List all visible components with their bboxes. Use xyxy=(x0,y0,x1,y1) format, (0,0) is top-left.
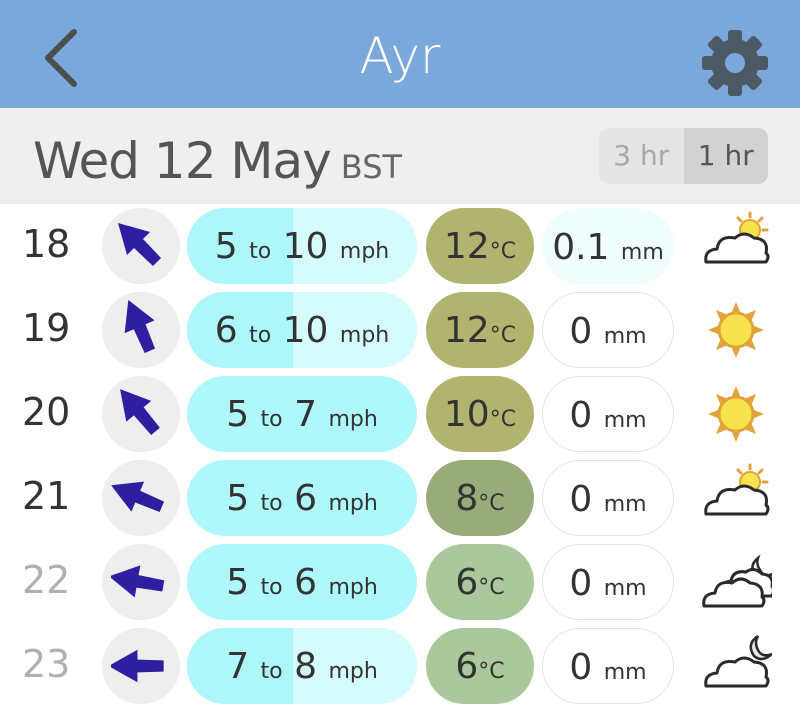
temperature-pill: 6°C xyxy=(426,628,534,704)
partly-cloudy-moon-icon xyxy=(704,634,772,688)
temperature-pill: 12°C xyxy=(426,208,534,284)
temperature-pill: 6°C xyxy=(426,544,534,620)
rainfall-pill: 0 mm xyxy=(542,292,674,368)
rainfall-pill: 0 mm xyxy=(542,544,674,620)
wind-speed-pill: 6 to 10 mph xyxy=(187,292,417,368)
forecast-row: 19 6 to 10 mph 12°C 0 mm xyxy=(0,288,800,372)
temperature-pill: 8°C xyxy=(426,460,534,536)
timezone-label: BST xyxy=(340,148,403,186)
interval-1hr-button[interactable]: 1 hr xyxy=(683,128,768,184)
wind-arrow-icon xyxy=(111,481,165,513)
forecast-row: 22 5 to 6 mph 6°C 0 mm xyxy=(0,540,800,624)
wind-arrow-icon xyxy=(120,389,160,435)
rainfall-pill: 0 mm xyxy=(542,628,674,704)
hour-label: 21 xyxy=(22,474,71,518)
wind-direction xyxy=(102,376,180,452)
gear-icon[interactable] xyxy=(700,28,770,98)
partly-cloudy-sun-icon xyxy=(704,211,770,264)
rainfall-pill: 0 mm xyxy=(542,460,674,536)
interval-toggle: 3 hr 1 hr xyxy=(599,128,768,184)
wind-direction xyxy=(102,460,180,536)
wind-direction xyxy=(102,292,180,368)
hour-label: 19 xyxy=(22,306,71,350)
temperature-pill: 12°C xyxy=(426,292,534,368)
rainfall-pill: 0.1 mm xyxy=(542,208,674,284)
date-bar: Wed 12 May BST 3 hr 1 hr xyxy=(0,108,800,204)
wind-direction xyxy=(102,628,180,704)
wind-direction xyxy=(102,544,180,620)
wind-speed-pill: 5 to 6 mph xyxy=(187,544,417,620)
sun-icon xyxy=(708,386,764,442)
wind-speed-pill: 7 to 8 mph xyxy=(187,628,417,704)
wind-arrow-icon xyxy=(111,649,164,683)
wind-speed-pill: 5 to 6 mph xyxy=(187,460,417,536)
sun-icon xyxy=(708,302,764,358)
hour-label: 22 xyxy=(22,558,71,602)
wind-arrow-icon xyxy=(118,223,161,266)
temperature-pill: 10°C xyxy=(426,376,534,452)
page-title: Ayr xyxy=(359,27,441,85)
forecast-row: 20 5 to 7 mph 10°C 0 mm xyxy=(0,372,800,456)
forecast-row: 18 5 to 10 mph 12°C 0.1 mm xyxy=(0,204,800,288)
partly-cloudy-sun-icon xyxy=(704,463,770,516)
header-bar: Ayr xyxy=(0,0,800,108)
forecast-row: 23 7 to 8 mph 6°C 0 mm xyxy=(0,624,800,708)
hour-label: 23 xyxy=(22,642,71,686)
date-text: Wed 12 May xyxy=(33,132,332,190)
wind-speed-pill: 5 to 10 mph xyxy=(187,208,417,284)
forecast-row: 21 5 to 6 mph 8°C 0 mm xyxy=(0,456,800,540)
cloudy-night-icon xyxy=(702,554,772,608)
wind-speed-pill: 5 to 7 mph xyxy=(187,376,417,452)
interval-3hr-button[interactable]: 3 hr xyxy=(599,128,684,184)
hour-label: 20 xyxy=(22,390,71,434)
rainfall-pill: 0 mm xyxy=(542,376,674,452)
forecast-date: Wed 12 May BST xyxy=(33,132,402,190)
wind-arrow-icon xyxy=(124,300,156,354)
wind-arrow-icon xyxy=(111,565,165,598)
wind-direction xyxy=(102,208,180,284)
hour-label: 18 xyxy=(22,222,71,266)
